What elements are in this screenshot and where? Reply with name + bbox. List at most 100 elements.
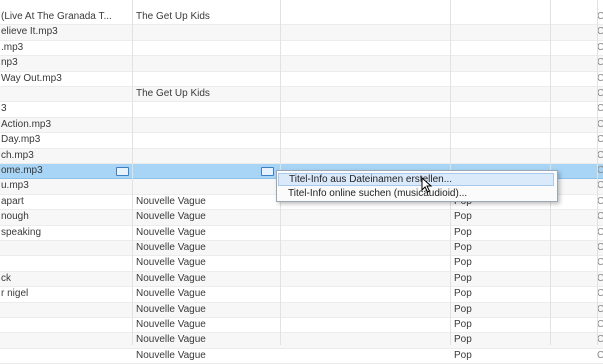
- filename-cell[interactable]: Action.mp3: [0, 118, 132, 132]
- artist-cell[interactable]: [132, 72, 280, 86]
- extra-cell[interactable]: [550, 25, 600, 39]
- genre-cell[interactable]: [450, 102, 550, 116]
- table-row[interactable]: Nouvelle Vague Pop C: [0, 302, 603, 318]
- album-cell[interactable]: [280, 149, 450, 163]
- genre-cell[interactable]: [450, 72, 550, 86]
- genre-cell[interactable]: [450, 118, 550, 132]
- filename-cell[interactable]: [0, 256, 132, 270]
- extra-cell[interactable]: [550, 118, 600, 132]
- extra-cell[interactable]: [550, 333, 600, 347]
- album-cell[interactable]: [280, 318, 450, 332]
- filename-cell[interactable]: .mp3: [0, 41, 132, 55]
- artist-cell[interactable]: Nouvelle Vague: [132, 318, 280, 332]
- artist-cell[interactable]: [132, 25, 280, 39]
- extra-cell[interactable]: [550, 226, 600, 240]
- genre-cell[interactable]: Pop: [450, 256, 550, 270]
- table-row[interactable]: 3C: [0, 102, 603, 118]
- table-row[interactable]: Nouvelle Vague Pop C: [0, 349, 603, 364]
- artist-cell[interactable]: Nouvelle Vague: [132, 241, 280, 255]
- table-row[interactable]: (Live At The Granada T... The Get Up Kids…: [0, 10, 603, 26]
- filename-cell[interactable]: ck: [0, 272, 132, 286]
- artist-cell[interactable]: Nouvelle Vague: [132, 333, 280, 347]
- filename-cell[interactable]: Day.mp3: [0, 133, 132, 147]
- album-cell[interactable]: [280, 41, 450, 55]
- album-cell[interactable]: [280, 102, 450, 116]
- filename-cell[interactable]: ch.mp3: [0, 149, 132, 163]
- extra-cell[interactable]: [550, 318, 600, 332]
- genre-cell[interactable]: [450, 41, 550, 55]
- album-cell[interactable]: [280, 272, 450, 286]
- extra-cell[interactable]: [550, 256, 600, 270]
- genre-cell[interactable]: Pop: [450, 318, 550, 332]
- album-cell[interactable]: [280, 72, 450, 86]
- extra-cell[interactable]: [550, 149, 600, 163]
- album-cell[interactable]: [280, 118, 450, 132]
- genre-cell[interactable]: Pop: [450, 287, 550, 301]
- album-cell[interactable]: [280, 25, 450, 39]
- filename-cell[interactable]: ome.mp3: [0, 164, 132, 178]
- cell-edit-icon[interactable]: [116, 167, 129, 176]
- table-row[interactable]: The Get Up Kids C: [0, 87, 603, 103]
- album-cell[interactable]: [280, 210, 450, 224]
- extra-cell[interactable]: [550, 303, 600, 317]
- last-column-cell[interactable]: C: [597, 349, 603, 363]
- filename-cell[interactable]: Way Out.mp3: [0, 72, 132, 86]
- filename-cell[interactable]: [0, 349, 132, 363]
- filename-cell[interactable]: speaking: [0, 226, 132, 240]
- artist-cell[interactable]: Nouvelle Vague: [132, 210, 280, 224]
- table-row[interactable]: speaking Nouvelle Vague Pop C: [0, 226, 603, 241]
- table-row[interactable]: nough Nouvelle Vague Pop C: [0, 210, 603, 226]
- extra-cell[interactable]: [550, 287, 600, 301]
- artist-cell[interactable]: [132, 133, 280, 147]
- genre-cell[interactable]: Pop: [450, 272, 550, 286]
- extra-cell[interactable]: [550, 56, 600, 70]
- artist-cell[interactable]: Nouvelle Vague: [132, 256, 280, 270]
- extra-cell[interactable]: [550, 133, 600, 147]
- genre-cell[interactable]: [450, 149, 550, 163]
- artist-cell[interactable]: The Get Up Kids: [132, 87, 280, 101]
- album-cell[interactable]: [280, 287, 450, 301]
- genre-cell[interactable]: [450, 10, 550, 24]
- table-row[interactable]: elieve It.mp3 C: [0, 25, 603, 41]
- table-row[interactable]: Day.mp3 C: [0, 133, 603, 149]
- menu-item-search-online[interactable]: Titel-Info online suchen (musicaudioid).…: [278, 187, 554, 200]
- artist-cell[interactable]: The Get Up Kids: [132, 10, 280, 24]
- artist-cell[interactable]: Nouvelle Vague: [132, 272, 280, 286]
- filename-cell[interactable]: np3: [0, 56, 132, 70]
- genre-cell[interactable]: Pop: [450, 210, 550, 224]
- genre-cell[interactable]: [450, 25, 550, 39]
- extra-cell[interactable]: [550, 349, 600, 363]
- artist-cell[interactable]: Nouvelle Vague: [132, 287, 280, 301]
- artist-cell[interactable]: [132, 118, 280, 132]
- extra-cell[interactable]: [550, 72, 600, 86]
- artist-cell[interactable]: [132, 164, 280, 178]
- extra-cell[interactable]: [550, 210, 600, 224]
- filename-cell[interactable]: r nigel: [0, 287, 132, 301]
- filename-cell[interactable]: [0, 318, 132, 332]
- table-row[interactable]: Nouvelle Vague Pop C: [0, 333, 603, 349]
- extra-cell[interactable]: [550, 87, 600, 101]
- album-cell[interactable]: [280, 226, 450, 240]
- table-row[interactable]: np3 C: [0, 56, 603, 72]
- filename-cell[interactable]: [0, 333, 132, 347]
- table-row[interactable]: Action.mp3 C: [0, 117, 603, 134]
- table-row[interactable]: Nouvelle Vague Pop C: [0, 318, 603, 334]
- artist-cell[interactable]: [132, 179, 280, 193]
- filename-cell[interactable]: [0, 87, 132, 101]
- filename-cell[interactable]: (Live At The Granada T...: [0, 10, 132, 24]
- extra-cell[interactable]: [550, 241, 600, 255]
- album-cell[interactable]: [280, 303, 450, 317]
- genre-cell[interactable]: [450, 87, 550, 101]
- artist-cell[interactable]: [132, 41, 280, 55]
- extra-cell[interactable]: [550, 10, 600, 24]
- artist-cell[interactable]: Nouvelle Vague: [132, 226, 280, 240]
- artist-cell[interactable]: [132, 149, 280, 163]
- album-cell[interactable]: [280, 241, 450, 255]
- artist-cell[interactable]: Nouvelle Vague: [132, 303, 280, 317]
- table-row[interactable]: ch.mp3 C: [0, 148, 603, 164]
- table-row[interactable]: Way Out.mp3 C: [0, 72, 603, 87]
- filename-cell[interactable]: elieve It.mp3: [0, 25, 132, 39]
- album-cell[interactable]: [280, 333, 450, 347]
- table-row[interactable]: .mp3 C: [0, 41, 603, 57]
- artist-cell[interactable]: [132, 102, 280, 116]
